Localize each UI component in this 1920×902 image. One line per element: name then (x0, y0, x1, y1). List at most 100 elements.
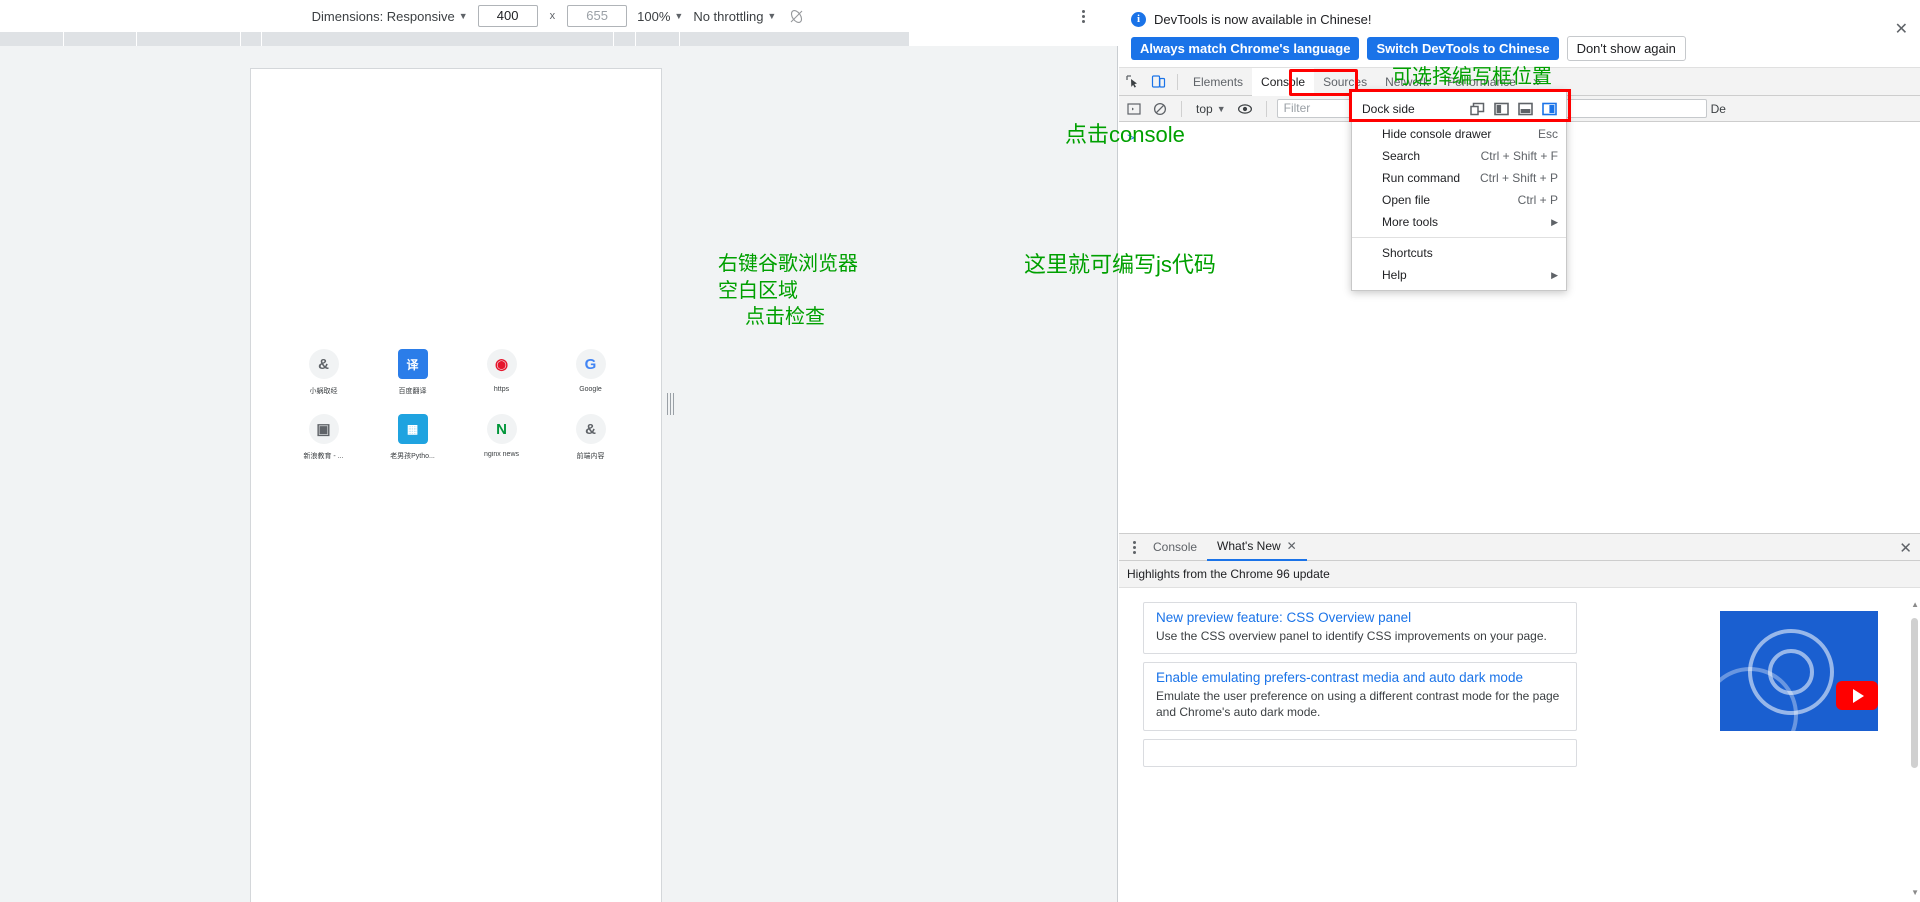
dont-show-again-button[interactable]: Don't show again (1566, 36, 1686, 61)
device-mode-toolbar: Dimensions: Responsive ▼ 400 x 655 100% … (0, 0, 1118, 32)
card-title[interactable]: New preview feature: CSS Overview panel (1156, 610, 1566, 625)
clear-console-icon[interactable] (1149, 98, 1171, 120)
drawer-tab-label: Console (1153, 540, 1198, 554)
close-icon[interactable]: ✕ (1899, 539, 1912, 557)
drawer-tab-console[interactable]: Console (1143, 534, 1207, 561)
tile-icon: ◉ (486, 349, 517, 379)
zoom-dropdown[interactable]: 100% ▼ (637, 9, 683, 24)
list-item[interactable]: G Google (546, 349, 635, 396)
whats-new-card[interactable]: New preview feature: CSS Overview panel … (1143, 602, 1577, 655)
switch-devtools-language-button[interactable]: Switch DevTools to Chinese (1367, 37, 1559, 60)
more-tabs-icon[interactable]: » (1525, 73, 1549, 90)
zoom-value: 100% (637, 8, 671, 24)
console-sidebar-icon[interactable] (1123, 98, 1145, 120)
menu-item-label: Run command (1382, 171, 1461, 185)
execution-context-dropdown[interactable]: top ▼ (1192, 102, 1230, 116)
menu-item-more-tools[interactable]: More tools ▶ (1352, 211, 1566, 233)
list-item[interactable]: 译 百度翻译 (368, 349, 457, 396)
list-item[interactable]: & 前端内容 (546, 414, 635, 461)
drawer-tab-whats-new[interactable]: What's New ✕ (1207, 534, 1307, 561)
locale-banner: i DevTools is now available in Chinese! … (1119, 0, 1920, 68)
menu-item-search[interactable]: Search Ctrl + Shift + F (1352, 145, 1566, 167)
dimensions-label: Dimensions: Responsive (311, 8, 455, 24)
dimension-separator: x (549, 10, 556, 22)
device-toolbar-more-options[interactable] (1074, 7, 1092, 25)
tile-glyph: & (318, 355, 329, 373)
whats-new-header: Highlights from the Chrome 96 update (1119, 561, 1920, 588)
submenu-arrow-icon: ▶ (1551, 269, 1558, 280)
whats-new-card[interactable]: Enable emulating prefers-contrast media … (1143, 662, 1577, 731)
whats-new-content: New preview feature: CSS Overview panel … (1119, 588, 1920, 901)
menu-item-open-file[interactable]: Open file Ctrl + P (1352, 189, 1566, 211)
menu-item-label: Open file (1382, 193, 1431, 207)
devtools-main-menu: Dock side Hide console drawer Esc Search… (1349, 89, 1571, 291)
browser-viewport-pane: Dimensions: Responsive ▼ 400 x 655 100% … (0, 0, 1118, 902)
chevron-down-icon: ▼ (674, 11, 684, 21)
menu-item-hide-console-drawer[interactable]: Hide console drawer Esc (1352, 123, 1566, 145)
close-icon[interactable]: ✕ (1895, 22, 1908, 38)
rotate-icon[interactable] (786, 6, 806, 26)
tile-label: 老男孩Pytho... (390, 453, 435, 460)
throttling-value: No throttling (693, 8, 764, 24)
list-item[interactable]: ◉ https (457, 349, 546, 396)
whats-new-card[interactable] (1143, 738, 1577, 767)
undock-window-icon[interactable] (1468, 100, 1486, 118)
menu-item-label: Shortcuts (1382, 246, 1433, 260)
chevron-down-icon: ▼ (458, 11, 468, 21)
list-item[interactable]: & 小蜗取经 (279, 349, 368, 396)
dock-left-icon[interactable] (1492, 100, 1510, 118)
dock-right-icon[interactable] (1540, 100, 1558, 118)
dock-side-row: Dock side (1349, 89, 1571, 123)
tile-icon: G (575, 349, 606, 379)
dock-bottom-icon[interactable] (1516, 100, 1534, 118)
card-title[interactable]: Enable emulating prefers-contrast media … (1156, 670, 1566, 685)
divider (1177, 73, 1178, 90)
viewport-resize-handle[interactable] (666, 393, 674, 415)
scroll-up-icon[interactable]: ▲ (1911, 600, 1919, 609)
live-expression-icon[interactable] (1234, 98, 1256, 120)
device-toolbar-icon[interactable] (1145, 69, 1171, 95)
scrollbar-thumb[interactable] (1911, 618, 1918, 768)
scroll-down-icon[interactable]: ▼ (1911, 888, 1919, 897)
viewport-width-input[interactable]: 400 (477, 5, 538, 27)
tile-label: https (493, 386, 510, 393)
screenshot-root: Dimensions: Responsive ▼ 400 x 655 100% … (0, 0, 1920, 902)
tile-icon: ▣ (308, 414, 339, 444)
menu-item-run-command[interactable]: Run command Ctrl + Shift + P (1352, 167, 1566, 189)
close-icon[interactable]: ✕ (1287, 539, 1297, 553)
inspect-cursor-icon[interactable] (1119, 69, 1145, 95)
tile-label: 新浪教育 - ... (303, 453, 344, 460)
throttling-dropdown[interactable]: No throttling ▼ (693, 9, 776, 24)
menu-item-shortcuts[interactable]: Shortcuts (1352, 242, 1566, 264)
locale-banner-message: DevTools is now available in Chinese! (1154, 11, 1372, 27)
chevron-down-icon: ▼ (1216, 103, 1226, 114)
tile-label: nginx news (483, 451, 520, 458)
menu-item-shortcut: Ctrl + Shift + P (1479, 171, 1558, 185)
card-description: Use the CSS overview panel to identify C… (1156, 629, 1547, 643)
log-levels-dropdown[interactable]: De (1711, 102, 1726, 116)
dimensions-dropdown[interactable]: Dimensions: Responsive ▼ (312, 9, 468, 24)
menu-item-help[interactable]: Help ▶ (1352, 264, 1566, 286)
menu-item-label: Help (1382, 268, 1407, 282)
drawer-menu-icon[interactable] (1125, 538, 1143, 556)
tab-elements[interactable]: Elements (1184, 68, 1252, 96)
always-match-language-button[interactable]: Always match Chrome's language (1131, 37, 1360, 60)
viewport-ruler (0, 32, 1118, 46)
list-item[interactable]: N nginx news (457, 414, 546, 461)
tile-icon: & (575, 414, 606, 444)
page-viewport[interactable]: & 小蜗取经 译 百度翻译 ◉ https G Google ▣ 新浪教育 - … (250, 68, 662, 902)
viewport-height-input[interactable]: 655 (567, 5, 628, 27)
tile-glyph: G (584, 355, 597, 373)
tile-glyph: ▣ (316, 421, 331, 438)
dock-side-label: Dock side (1362, 102, 1415, 116)
scrollbar[interactable] (1911, 618, 1918, 901)
menu-item-shortcut: Ctrl + P (1517, 193, 1558, 207)
video-thumbnail[interactable] (1720, 611, 1878, 731)
youtube-play-icon[interactable] (1836, 681, 1878, 710)
list-item[interactable]: ▣ 新浪教育 - ... (279, 414, 368, 461)
list-item[interactable]: ▦ 老男孩Pytho... (368, 414, 457, 461)
chevron-down-icon: ▼ (767, 11, 777, 21)
submenu-arrow-icon: ▶ (1551, 216, 1558, 227)
tab-console[interactable]: Console (1252, 67, 1315, 96)
divider (1352, 237, 1566, 238)
